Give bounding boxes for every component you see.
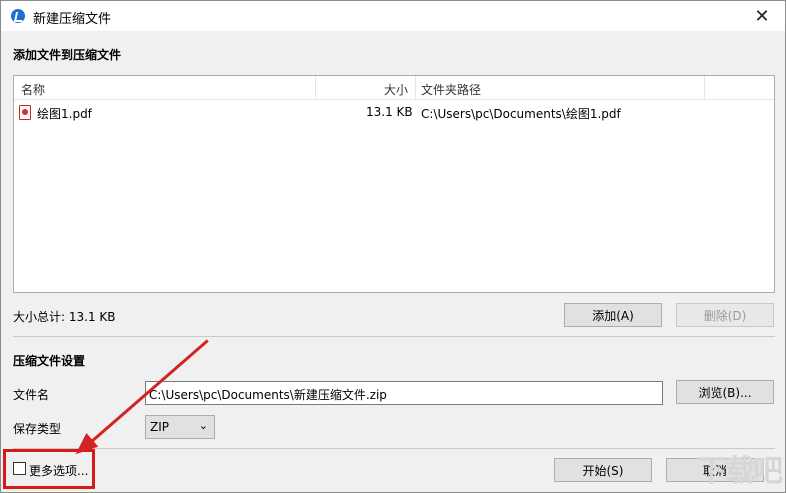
dialog-window: 新建压缩文件 ✕ 添加文件到压缩文件 名称 大小 文件夹路径 绘图1.pdf 1… (0, 0, 786, 493)
save-type-value: ZIP (150, 420, 169, 434)
total-size-label: 大小总计: 13.1 KB (13, 310, 116, 324)
save-type-label: 保存类型 (13, 422, 62, 436)
column-header-name[interactable]: 名称 (21, 81, 45, 98)
app-icon (11, 9, 25, 23)
watermark-logo: 下载吧 (697, 454, 783, 489)
file-list-header: 名称 大小 文件夹路径 (14, 76, 774, 100)
delete-button[interactable]: 删除(D) (676, 303, 774, 327)
pdf-file-icon (19, 105, 31, 120)
add-files-section-title: 添加文件到压缩文件 (13, 48, 122, 62)
column-divider (315, 76, 316, 100)
file-path-cell: C:\Users\pc\Documents\绘图1.pdf (421, 107, 621, 121)
filename-label: 文件名 (13, 388, 50, 402)
column-header-path[interactable]: 文件夹路径 (421, 81, 481, 98)
column-header-size[interactable]: 大小 (384, 81, 408, 98)
window-title: 新建压缩文件 (33, 12, 112, 27)
save-type-select[interactable]: ZIP ⌄ (145, 415, 215, 439)
browse-button[interactable]: 浏览(B)... (676, 380, 774, 404)
add-button[interactable]: 添加(A) (564, 303, 662, 327)
section-divider (13, 336, 775, 337)
filename-input[interactable]: C:\Users\pc\Documents\新建压缩文件.zip (145, 381, 663, 405)
title-bar: 新建压缩文件 ✕ (1, 1, 785, 31)
table-row[interactable]: 绘图1.pdf 13.1 KB C:\Users\pc\Documents\绘图… (14, 101, 774, 123)
column-divider (704, 76, 705, 100)
close-button[interactable]: ✕ (745, 3, 779, 29)
file-size-cell: 13.1 KB (366, 105, 413, 119)
section-divider (13, 448, 775, 449)
settings-section-title: 压缩文件设置 (13, 354, 86, 368)
file-name-cell: 绘图1.pdf (37, 107, 92, 121)
chevron-down-icon: ⌄ (198, 419, 208, 432)
column-divider (415, 76, 416, 100)
start-button[interactable]: 开始(S) (554, 458, 652, 482)
file-list[interactable]: 名称 大小 文件夹路径 绘图1.pdf 13.1 KB C:\Users\pc\… (13, 75, 775, 293)
